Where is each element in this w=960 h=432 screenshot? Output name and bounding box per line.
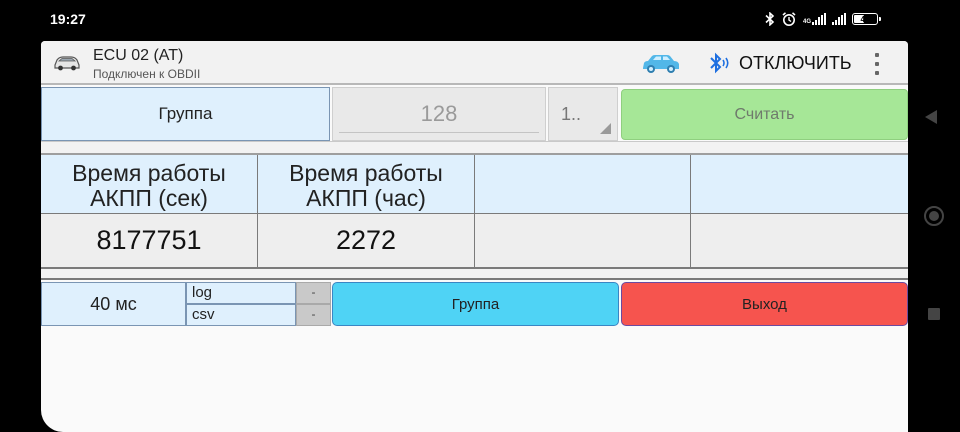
table-header-cell: Время работы АКПП (сек) (41, 155, 258, 214)
table-value-cell (691, 214, 908, 267)
divider (41, 141, 908, 155)
battery-icon: 40 (852, 13, 881, 25)
bottom-controls: 40 мс log csv - - Группа Выход (41, 280, 908, 328)
group-number-input[interactable]: 128 (332, 87, 546, 141)
bluetooth-connected-icon (710, 52, 729, 74)
nav-home-icon[interactable] (924, 206, 944, 226)
bluetooth-icon (765, 12, 775, 26)
status-time: 19:27 (50, 11, 86, 27)
status-icons: 4G 40 (765, 9, 881, 29)
connection-status: Подключен к OBDII (93, 67, 201, 81)
interval-display: 40 мс (41, 282, 186, 326)
dropdown-arrow-icon (600, 123, 611, 134)
divider (41, 267, 908, 280)
nav-back-icon[interactable] (925, 110, 937, 124)
nav-recents-icon[interactable] (928, 308, 940, 320)
data-table: Время работы АКПП (сек) Время работы АКП… (41, 155, 908, 268)
table-header-cell: Время работы АКПП (час) (258, 155, 475, 214)
log-toggle-button[interactable]: - (296, 282, 331, 304)
battery-level: 40 (860, 14, 870, 24)
group-controls: Группа 128 1.. Считать (41, 87, 908, 141)
csv-toggle-button[interactable]: - (296, 304, 331, 326)
log-label: log (186, 282, 296, 304)
network-4g-icon: 4G (803, 13, 826, 25)
exit-button[interactable]: Выход (621, 282, 908, 326)
car-status-icon (643, 55, 679, 73)
signal-icon (832, 13, 846, 25)
group-button[interactable]: Группа (332, 282, 619, 326)
app-window: ECU 02 (AT) Подключен к OBDII ОТКЛЮЧИТЬ (41, 41, 908, 432)
car-logo-icon (54, 56, 80, 71)
network-label: 4G (802, 19, 811, 25)
table-value-cell: 2272 (258, 214, 475, 267)
app-title: ECU 02 (AT) (93, 47, 184, 64)
group-label: Группа (41, 87, 330, 141)
disconnect-label: ОТКЛЮЧИТЬ (739, 52, 852, 73)
app-bar: ECU 02 (AT) Подключен к OBDII ОТКЛЮЧИТЬ (41, 41, 908, 85)
group-select-value: 1.. (561, 103, 582, 124)
table-value-cell: 8177751 (41, 214, 258, 267)
table-value-cell (475, 214, 691, 267)
phone-screen: 19:27 4G 40 ECU 02 (AT) Подключен к OBDI… (0, 0, 960, 432)
overflow-menu-icon[interactable] (867, 51, 887, 77)
read-button[interactable]: Считать (621, 89, 908, 140)
csv-label: csv (186, 304, 296, 326)
group-select[interactable]: 1.. (548, 87, 618, 141)
table-header-cell (691, 155, 908, 214)
table-header-cell (475, 155, 691, 214)
disconnect-button[interactable]: ОТКЛЮЧИТЬ (707, 49, 852, 77)
alarm-icon (782, 12, 796, 26)
